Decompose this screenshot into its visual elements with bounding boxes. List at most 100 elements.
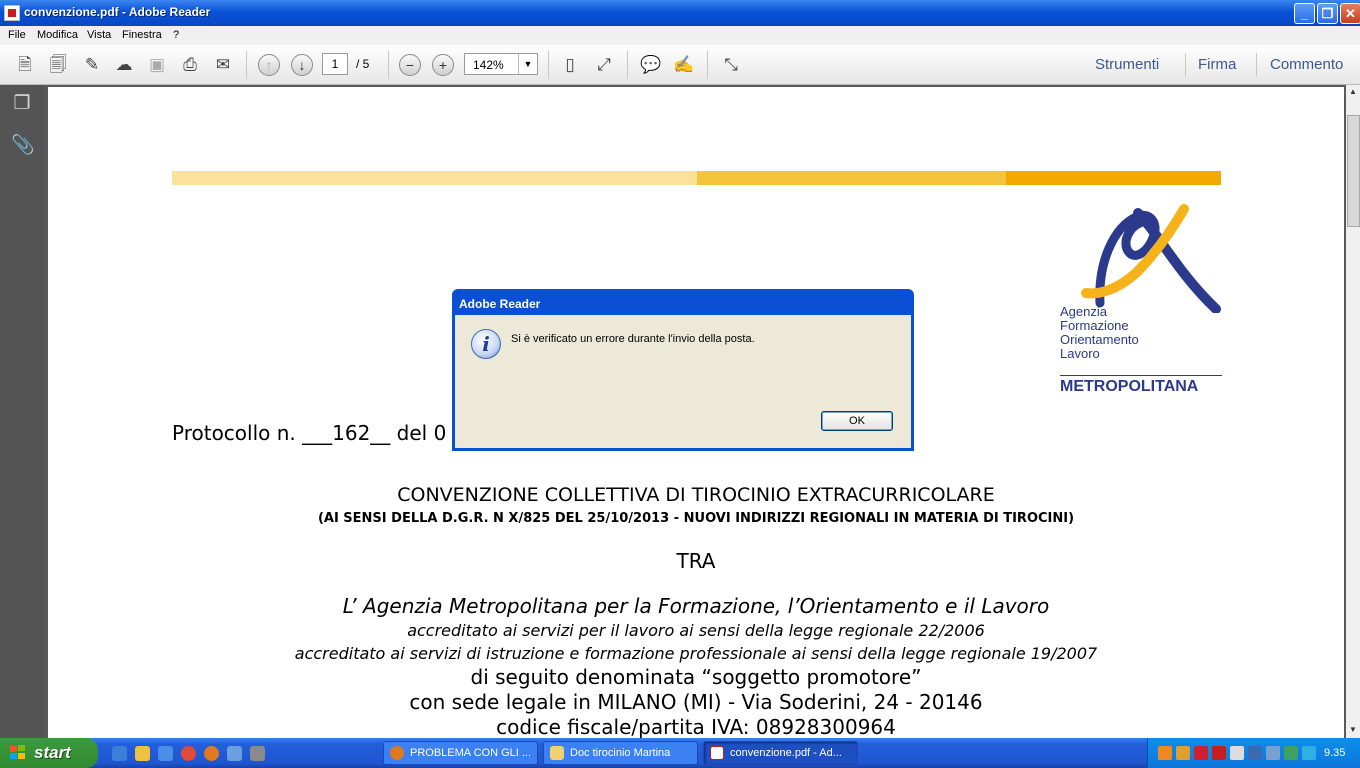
zoom-select[interactable]: 142% ▼: [464, 53, 538, 75]
error-dialog: Adobe Reader i Si è verificato un errore…: [452, 289, 914, 451]
toolbar: 🗎 🗐 ✎ ☁ ▣ ⎙ ✉ ↑ ↓ 1 / 5 − + 142% ▼ ▯ ⤢ 💬…: [0, 45, 1360, 85]
accreditation-line-2: accreditato ai servizi di istruzione e f…: [294, 644, 1098, 663]
header-bar-dark: [1006, 171, 1221, 185]
tray-icon[interactable]: [1176, 746, 1190, 760]
tra-label: TRA: [676, 549, 716, 573]
close-button[interactable]: ✕: [1340, 3, 1360, 24]
folder-icon: [550, 746, 564, 760]
scroll-down-icon[interactable]: ▼: [1346, 723, 1360, 737]
page-total: / 5: [356, 57, 370, 71]
scroll-thumb[interactable]: [1347, 115, 1360, 227]
quick-launch-icon[interactable]: [158, 746, 173, 761]
tray-icon[interactable]: [1302, 746, 1316, 760]
page-number-input[interactable]: 1: [322, 53, 348, 75]
save-icon[interactable]: ▣: [144, 53, 170, 77]
quick-launch-icon[interactable]: [135, 746, 150, 761]
menu-vista[interactable]: Vista: [87, 29, 111, 41]
left-nav-pane: ❐ 📎: [0, 85, 44, 738]
menu-file[interactable]: File: [8, 29, 26, 41]
firefox-icon[interactable]: [204, 746, 219, 761]
tray-icon[interactable]: [1284, 746, 1298, 760]
volume-icon[interactable]: [1230, 746, 1244, 760]
zoom-out-icon[interactable]: −: [399, 54, 421, 76]
protocol-line: Protocollo n. ___162__ del 0: [172, 421, 447, 445]
acrobat-tray-icon[interactable]: [1212, 746, 1226, 760]
tray-icon[interactable]: [1158, 746, 1172, 760]
agency-name: L’ Agenzia Metropolitana per la Formazio…: [342, 594, 1050, 618]
chrome-icon[interactable]: [181, 746, 196, 761]
tools-link[interactable]: Strumenti: [1095, 56, 1159, 73]
start-label: start: [34, 743, 71, 762]
scroll-up-icon[interactable]: ▲: [1346, 85, 1360, 99]
previous-page-icon[interactable]: ↑: [258, 54, 280, 76]
fit-width-icon[interactable]: ⤢: [591, 53, 617, 77]
minimize-button[interactable]: _: [1294, 3, 1315, 24]
print-icon[interactable]: ⎙: [177, 53, 203, 77]
combine-files-icon[interactable]: 🗐: [45, 53, 71, 77]
logo-text: Agenzia Formazione Orientamento Lavoro: [1060, 305, 1139, 361]
next-page-icon[interactable]: ↓: [291, 54, 313, 76]
firefox-icon: [390, 746, 404, 760]
logo-line: Orientamento: [1060, 332, 1139, 347]
pdf-app-icon: [4, 5, 20, 21]
title-bar[interactable]: convenzione.pdf - Adobe Reader _ ❐ ✕: [0, 0, 1360, 26]
document-subtitle: (AI SENSI DELLA D.G.R. N X/825 DEL 25/10…: [317, 511, 1075, 526]
taskbar: start PROBLEMA CON GLI ... Doc tirocinio…: [0, 738, 1360, 768]
quick-launch-icon[interactable]: [227, 746, 242, 761]
full-screen-icon[interactable]: ⤡: [718, 53, 744, 77]
logo-footer: METROPOLITANA: [1060, 375, 1222, 396]
pdf-icon: [710, 746, 724, 760]
highlight-icon[interactable]: ✍: [671, 53, 697, 77]
menu-modifica[interactable]: Modifica: [37, 29, 78, 41]
upload-cloud-icon[interactable]: ☁: [111, 53, 137, 77]
dialog-title: Adobe Reader: [459, 297, 541, 311]
menu-help[interactable]: ?: [173, 29, 179, 41]
toolbar-separator: [707, 51, 708, 79]
comment-icon[interactable]: 💬: [638, 53, 664, 77]
pages-thumbnail-icon[interactable]: ❐: [11, 93, 33, 115]
create-pdf-icon[interactable]: 🗎: [12, 53, 38, 77]
address-line: con sede legale in MILANO (MI) - Via Sod…: [409, 690, 983, 714]
header-bar-light: [172, 171, 697, 185]
email-icon[interactable]: ✉: [210, 53, 236, 77]
vertical-scrollbar[interactable]: ▲ ▼: [1346, 85, 1360, 738]
dialog-body: i Si è verificato un errore durante l'in…: [455, 315, 911, 448]
window-title: convenzione.pdf - Adobe Reader: [24, 5, 211, 19]
taskbar-item[interactable]: convenzione.pdf - Ad...: [703, 741, 858, 765]
chevron-down-icon[interactable]: ▼: [518, 54, 537, 74]
toolbar-separator: [1256, 53, 1257, 77]
internet-explorer-icon[interactable]: [112, 746, 127, 761]
system-tray: 9.35: [1147, 738, 1360, 768]
zoom-in-icon[interactable]: +: [432, 54, 454, 76]
fit-page-icon[interactable]: ▯: [557, 53, 583, 77]
toolbar-separator: [548, 51, 549, 79]
attachments-paperclip-icon[interactable]: 📎: [11, 135, 35, 157]
info-icon: i: [471, 329, 501, 359]
logo-line: Formazione: [1060, 318, 1129, 333]
sign-link[interactable]: Firma: [1198, 56, 1236, 73]
toolbar-separator: [1185, 53, 1186, 77]
dialog-message: Si è verificato un errore durante l'invi…: [511, 333, 755, 345]
network-icon[interactable]: [1248, 746, 1262, 760]
clock: 9.35: [1324, 747, 1346, 759]
restore-button[interactable]: ❐: [1317, 3, 1338, 24]
tray-icon[interactable]: [1266, 746, 1280, 760]
menu-finestra[interactable]: Finestra: [122, 29, 162, 41]
taskbar-item-label: convenzione.pdf - Ad...: [730, 747, 842, 759]
ok-button[interactable]: OK: [821, 411, 893, 431]
start-button[interactable]: start: [0, 738, 98, 768]
promoter-line: di seguito denominata “soggetto promotor…: [470, 665, 922, 689]
shield-icon[interactable]: [1194, 746, 1208, 760]
comment-link[interactable]: Commento: [1270, 56, 1343, 73]
quick-launch-icon[interactable]: [250, 746, 265, 761]
logo-line: Agenzia: [1060, 304, 1107, 319]
logo-line: Lavoro: [1060, 346, 1100, 361]
zoom-value: 142%: [473, 58, 504, 72]
menu-bar: File Modifica Vista Finestra ?: [0, 26, 1360, 45]
taskbar-item[interactable]: PROBLEMA CON GLI ...: [383, 741, 538, 765]
windows-flag-icon: [10, 745, 25, 759]
edit-document-icon[interactable]: ✎: [79, 53, 105, 77]
accreditation-line-1: accreditato ai servizi per il lavoro ai …: [407, 621, 985, 640]
taskbar-item[interactable]: Doc tirocinio Martina: [543, 741, 698, 765]
header-bar-mid: [697, 171, 1006, 185]
